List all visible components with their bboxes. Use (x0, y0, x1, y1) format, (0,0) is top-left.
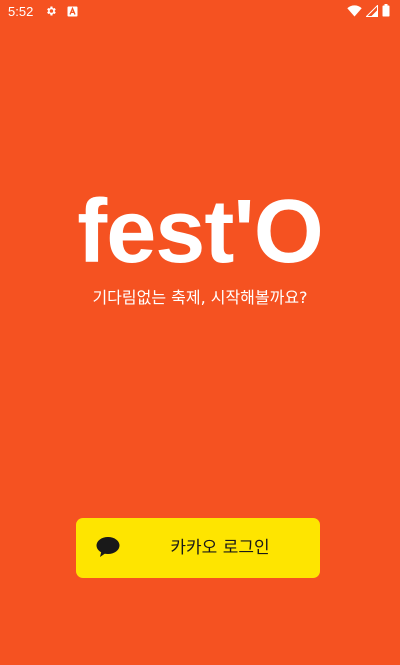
signal-icon (366, 4, 378, 17)
status-bar: 5:52 (0, 0, 400, 24)
status-left-icons (45, 5, 78, 17)
kakao-login-label: 카카오 로그인 (170, 538, 270, 558)
status-right-icons (347, 4, 390, 17)
kakao-login-button[interactable]: 카카오 로그인 (76, 518, 320, 578)
app-logo: fest'O (77, 182, 323, 282)
tagline: 기다림없는 축제, 시작해볼까요? (92, 288, 308, 307)
status-time: 5:52 (8, 4, 34, 19)
splash-screen: 5:52 fest'O 기다림없는 축제, 시작해볼까요? 카카오 로그인 (0, 0, 400, 665)
font-a-icon (67, 6, 78, 17)
speech-bubble-icon (96, 536, 120, 562)
gear-icon (45, 5, 57, 17)
battery-icon (382, 4, 390, 17)
wifi-icon (347, 4, 362, 17)
